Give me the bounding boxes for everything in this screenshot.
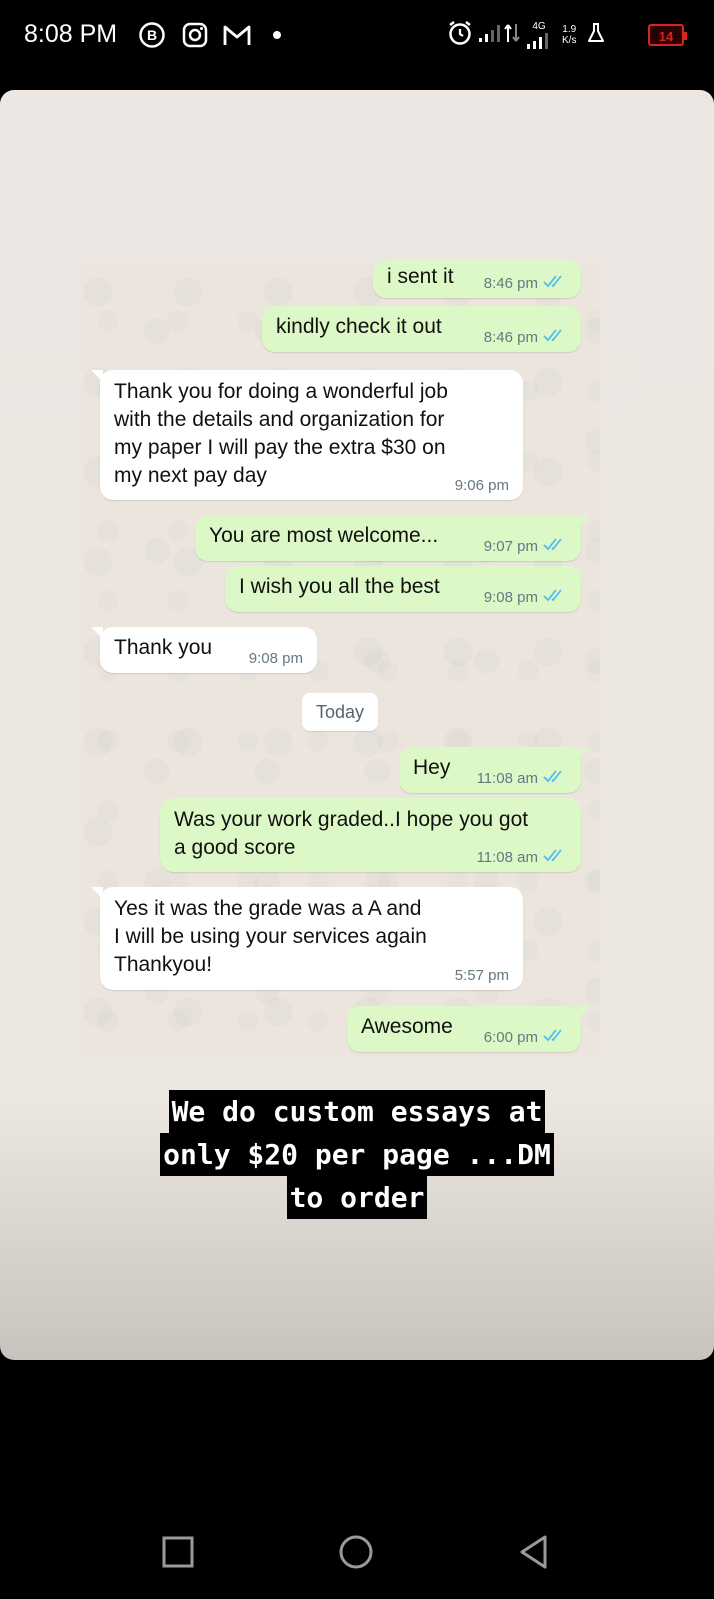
alarm-icon: [446, 19, 474, 52]
message-text: I wish you all the best: [239, 575, 440, 598]
message-meta: 11:08 am: [477, 769, 567, 787]
date-divider: Today: [302, 693, 378, 731]
data-arrows-icon: [504, 21, 520, 50]
dot-icon: [272, 20, 282, 50]
message-time: 11:08 am: [476, 769, 538, 787]
message-text: Thank you for doing a wonderful job with…: [114, 380, 448, 487]
message-time: 9:06 pm: [454, 477, 509, 494]
message-bubble-incoming: Thank you 9:08 pm: [91, 627, 317, 673]
double-check-icon: [543, 769, 567, 787]
gmail-icon: [222, 20, 252, 50]
message-text: kindly check it out: [276, 315, 442, 338]
message-time: 6:00 pm: [483, 1028, 538, 1046]
message-meta: 5:57 pm: [455, 967, 509, 984]
message-text: i sent it: [387, 265, 454, 288]
double-check-icon: [543, 1028, 567, 1046]
message-bubble-outgoing: I wish you all the best 9:08 pm: [225, 566, 581, 612]
recents-button[interactable]: [158, 1532, 198, 1572]
status-bar: 8:08 PM B 4G 1.9 K/s 14: [0, 0, 714, 76]
message-bubble-outgoing: i sent it 8:46 pm: [373, 260, 581, 298]
message-meta: 9:07 pm: [484, 537, 567, 555]
message-time: 8:46 pm: [483, 274, 538, 292]
home-button[interactable]: [336, 1532, 376, 1572]
message-text: Thank you: [114, 636, 213, 659]
message-text: Was your work graded..I hope you got a g…: [174, 808, 529, 859]
message-meta: 8:46 pm: [484, 274, 567, 292]
story-caption: We do custom essays at only $20 per page…: [0, 1090, 714, 1219]
message-bubble-incoming: Yes it was the grade was a A and I will …: [91, 887, 523, 990]
message-meta: 9:06 pm: [455, 477, 509, 494]
message-bubble-incoming: Thank you for doing a wonderful job with…: [91, 370, 523, 500]
message-meta: 11:08 am: [477, 848, 567, 866]
message-text: You are most welcome...: [209, 524, 439, 547]
flask-icon: [586, 21, 606, 50]
message-text: Hey: [413, 756, 451, 779]
b-circle-icon: B: [138, 20, 166, 50]
network-label: 4G: [532, 20, 546, 32]
caption-line: We do custom essays at: [168, 1090, 546, 1133]
message-bubble-outgoing: Awesome 6:00 pm: [347, 1006, 590, 1052]
battery-icon: 14: [648, 24, 687, 46]
message-time: 9:07 pm: [483, 537, 538, 555]
message-time: 8:46 pm: [483, 328, 538, 346]
navigation-bar: [0, 1510, 714, 1599]
message-meta: 6:00 pm: [484, 1028, 567, 1046]
double-check-icon: [543, 328, 567, 346]
message-time: 9:08 pm: [483, 588, 538, 606]
speed-unit: K/s: [562, 35, 577, 46]
story-card: i sent it 8:46 pm kindly check it out 8:…: [0, 90, 714, 1360]
message-text: Yes it was the grade was a A and I will …: [114, 897, 427, 976]
double-check-icon: [543, 588, 567, 606]
svg-text:B: B: [147, 27, 157, 43]
message-meta: 9:08 pm: [484, 588, 567, 606]
back-button[interactable]: [514, 1532, 554, 1572]
message-bubble-outgoing: Hey 11:08 am: [399, 747, 590, 793]
message-meta: 8:46 pm: [484, 328, 567, 346]
instagram-icon: [181, 20, 209, 50]
message-text: Awesome: [361, 1015, 453, 1038]
message-bubble-outgoing: Was your work graded..I hope you got a g…: [160, 798, 581, 872]
double-check-icon: [543, 274, 567, 292]
speed-value: 1.9: [562, 24, 577, 35]
message-time: 5:57 pm: [454, 967, 509, 984]
message-bubble-outgoing: kindly check it out 8:46 pm: [262, 306, 581, 352]
network-speed: 1.9 K/s: [562, 24, 576, 46]
double-check-icon: [543, 848, 567, 866]
caption-line: only $20 per page ...DM: [160, 1133, 554, 1176]
message-bubble-outgoing: You are most welcome... 9:07 pm: [195, 515, 590, 561]
caption-line: to order: [286, 1176, 428, 1219]
status-right-icons: 4G 1.9 K/s: [446, 18, 606, 52]
message-meta: 9:08 pm: [249, 650, 303, 667]
message-time: 9:08 pm: [248, 650, 303, 667]
signal-icon: [478, 21, 504, 50]
message-time: 11:08 am: [476, 848, 538, 866]
status-time: 8:08 PM: [24, 20, 118, 48]
double-check-icon: [543, 537, 567, 555]
network-4g-signal: 4G: [526, 21, 552, 50]
